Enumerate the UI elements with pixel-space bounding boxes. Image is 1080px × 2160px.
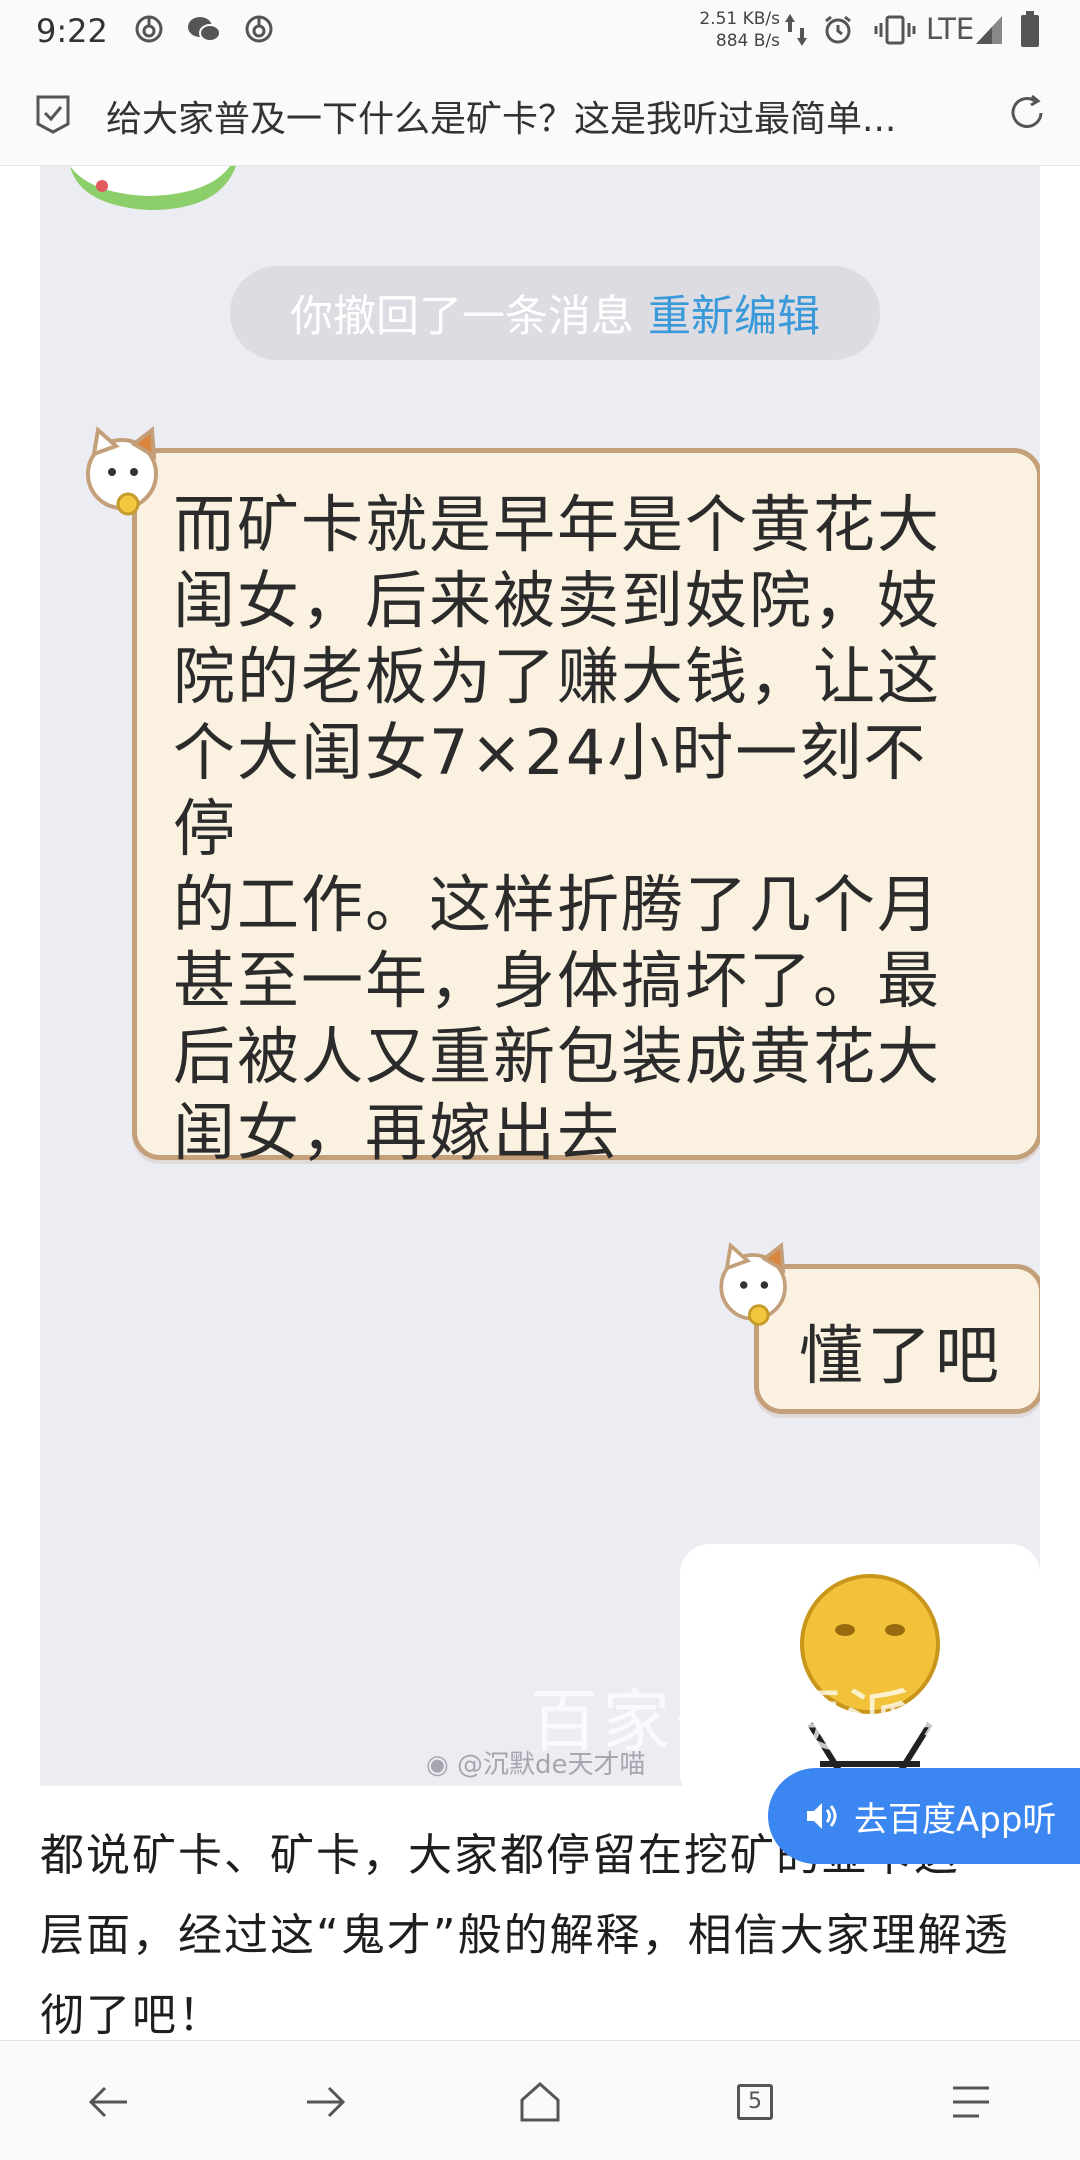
vibrate-icon <box>874 15 916 45</box>
alarm-icon <box>825 15 851 44</box>
message-bubble-main: 而矿卡就是早年是个黄花大 闺女，后来被卖到妓院，妓 院的老板为了赚大钱，让这 个… <box>132 448 1040 1169</box>
message-line: 后被人又重新包装成黄花大 <box>173 1020 942 1093</box>
wechat-icon <box>188 17 221 42</box>
signal-icon <box>976 16 1002 44</box>
tabs-button[interactable]: 5 <box>720 2067 790 2137</box>
message-line: 院的老板为了赚大钱，让这 <box>173 640 942 713</box>
forward-button[interactable] <box>290 2067 360 2137</box>
message-reply-text: 懂了吧 <box>799 1320 1003 1394</box>
recall-edit-link: 重新编辑 <box>648 292 820 342</box>
message-line: 而矿卡就是早年是个黄花大 <box>173 488 942 561</box>
speaker-icon <box>807 1803 837 1829</box>
battery-icon <box>1021 11 1039 47</box>
net-speed-up: 2.51 KB/s <box>699 9 780 29</box>
listen-button-label: 去百度App听 <box>854 1799 1057 1840</box>
netease-music-icon <box>245 15 273 43</box>
bottom-nav: 5 <box>0 2040 1080 2160</box>
status-time: 9:22 <box>36 12 108 50</box>
article-image: 你撤回了一条消息 重新编辑 而矿卡就是早年是个黄花大 闺女，后来被卖到妓院，妓 … <box>40 166 1040 1786</box>
recall-text: 你撤回了一条消息 <box>290 292 634 342</box>
message-line: 甚至一年，身体搞坏了。最 <box>173 944 942 1017</box>
listen-in-app-button[interactable]: 去百度App听 <box>768 1768 1080 1864</box>
weibo-icon: ◉ <box>426 1750 457 1780</box>
net-speed-down: 884 B/s <box>715 31 780 51</box>
bookmark-check-icon[interactable] <box>34 94 72 134</box>
forward-arrow-icon <box>307 2086 346 2118</box>
back-arrow-icon <box>88 2086 127 2118</box>
home-button[interactable] <box>505 2067 575 2137</box>
message-line: 个大闺女7×24小时一刻不停 <box>173 716 928 865</box>
menu-button[interactable] <box>936 2067 1006 2137</box>
title-bar: 给大家普及一下什么是矿卡？这是我听过最简单... <box>0 62 1080 166</box>
recall-notice: 你撤回了一条消息 重新编辑 <box>230 266 880 360</box>
message-main-text: 而矿卡就是早年是个黄花大 闺女，后来被卖到妓院，妓 院的老板为了赚大钱，让这 个… <box>173 487 973 1171</box>
network-speed: 2.51 KB/s 884 B/s <box>688 8 780 52</box>
message-line: 的工作。这样折腾了几个月 <box>173 868 942 941</box>
weibo-watermark: ◉ @沉默de天才喵 <box>426 1744 645 1781</box>
sticker-fragment <box>70 166 236 210</box>
network-type: LTE <box>926 12 975 46</box>
tabs-icon: 5 <box>737 2084 773 2120</box>
refresh-icon[interactable] <box>1006 92 1048 134</box>
menu-icon <box>953 2086 989 2118</box>
page-title: 给大家普及一下什么是矿卡？这是我听过最简单... <box>106 99 897 140</box>
back-button[interactable] <box>74 2067 144 2137</box>
weibo-handle: @沉默de天才喵 <box>456 1750 646 1780</box>
message-line: 闺女，后来被卖到妓院，妓 <box>173 564 942 637</box>
netease-music-icon <box>135 15 163 43</box>
lucky-cat-icon <box>86 426 158 516</box>
status-bar: 9:22 2.51 KB/s 884 B/s LTE <box>0 0 1080 62</box>
data-arrows-icon <box>785 14 807 46</box>
lucky-cat-icon <box>719 1241 787 1326</box>
home-icon <box>520 2081 560 2122</box>
message-line: 闺女，再嫁出去 <box>173 1096 622 1169</box>
